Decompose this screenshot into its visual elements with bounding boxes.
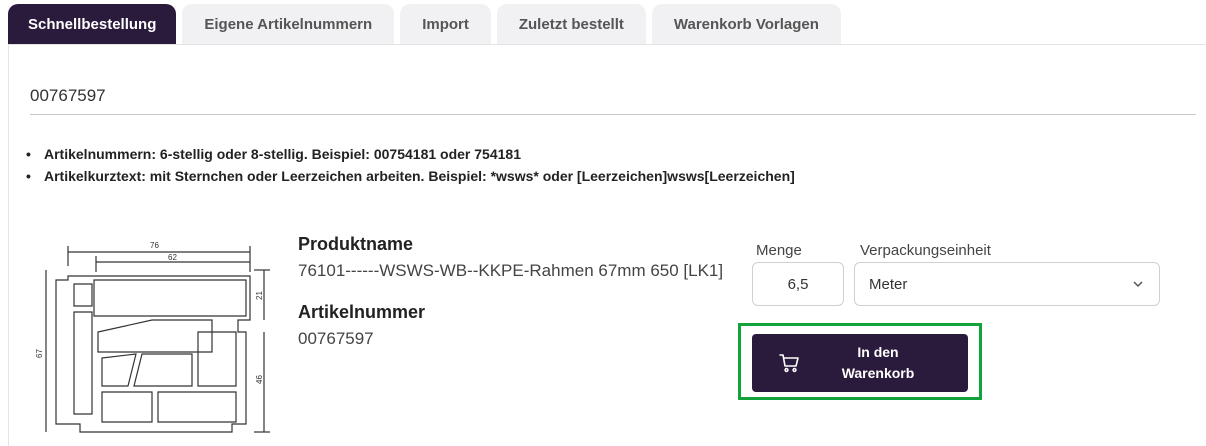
- tab-import[interactable]: Import: [400, 4, 491, 44]
- drawing-dim-height-bottom: 46: [255, 375, 264, 384]
- tab-zuletzt-bestellt[interactable]: Zuletzt bestellt: [496, 4, 646, 44]
- packaging-unit-selected-value: Meter: [869, 275, 908, 293]
- drawing-dim-height-top: 21: [255, 291, 264, 300]
- hint-item-artikelnummern: Artikelnummern: 6-stellig oder 8-stellig…: [24, 143, 795, 165]
- drawing-dim-height-total: 67: [35, 349, 44, 358]
- quantity-input[interactable]: [752, 262, 844, 306]
- article-number: 00767597: [298, 329, 374, 348]
- product-name: 76101------WSWS-WB--KKPE-Rahmen 67mm 650…: [298, 261, 724, 280]
- product-info: Produktname 76101------WSWS-WB--KKPE-Rah…: [298, 232, 738, 352]
- product-name-label: Produktname: [298, 234, 414, 254]
- quantity-label: Menge: [756, 242, 802, 259]
- drawing-dim-width-inner: 62: [168, 253, 177, 262]
- packaging-unit-label: Verpackungseinheit: [860, 242, 991, 259]
- panel-border: [8, 44, 9, 446]
- chevron-down-icon: [1133, 281, 1143, 288]
- tab-eigene-artikelnummern[interactable]: Eigene Artikelnummern: [182, 4, 395, 44]
- search-hints: Artikelnummern: 6-stellig oder 8-stellig…: [24, 143, 795, 187]
- drawing-dim-width-total: 76: [150, 241, 159, 250]
- packaging-unit-select[interactable]: Meter: [854, 262, 1160, 306]
- add-to-cart-button[interactable]: In den Warenkorb: [752, 334, 968, 392]
- tab-schnellbestellung[interactable]: Schnellbestellung: [8, 4, 177, 44]
- article-search-input[interactable]: [30, 78, 1196, 115]
- hint-item-artikelkurztext: Artikelkurztext: mit Sternchen oder Leer…: [24, 165, 795, 187]
- tab-bar: Schnellbestellung Eigene Artikelnummern …: [8, 4, 841, 46]
- tab-divider: [8, 44, 1206, 45]
- tab-warenkorb-vorlagen[interactable]: Warenkorb Vorlagen: [651, 4, 841, 44]
- shopping-cart-icon: [779, 354, 799, 373]
- article-number-label: Artikelnummer: [298, 302, 426, 322]
- product-profile-drawing: 76 62 21 67 46: [35, 241, 270, 433]
- add-to-cart-label: In den Warenkorb: [841, 344, 915, 381]
